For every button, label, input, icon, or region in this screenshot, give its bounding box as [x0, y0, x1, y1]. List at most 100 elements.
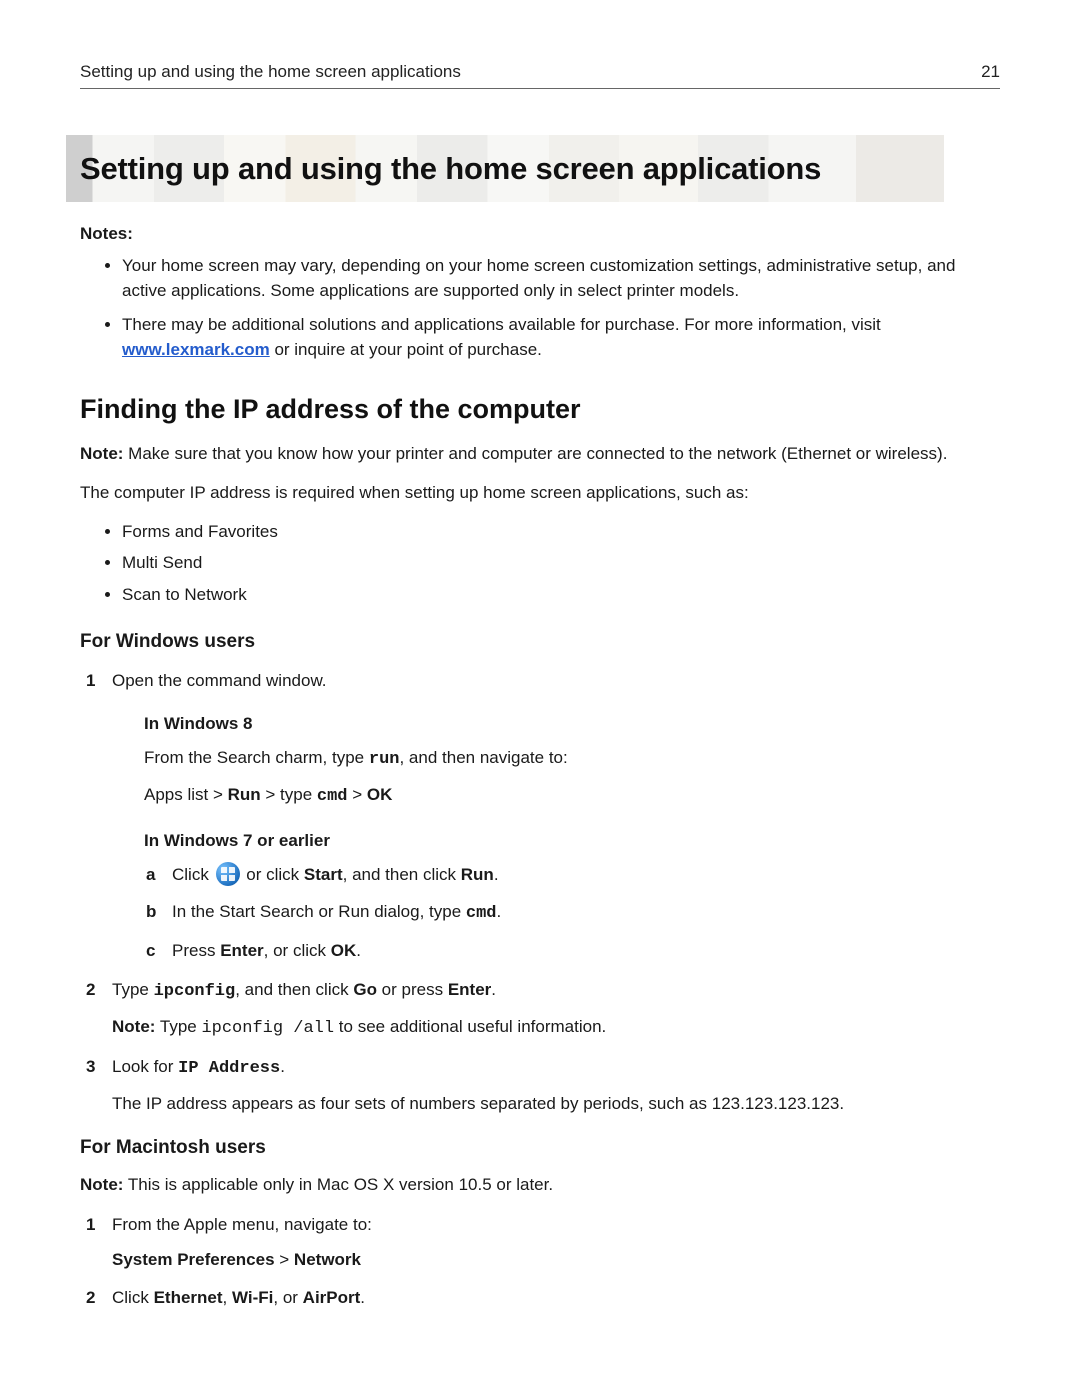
notes-heading: Notes:: [80, 222, 1000, 246]
page-header: Setting up and using the home screen app…: [80, 60, 1000, 89]
win7-block: In Windows 7 or earlier a Click or click…: [144, 828, 1000, 965]
apps-list: Forms and Favorites Multi Send Scan to N…: [80, 520, 1000, 607]
ipconfig-label: ipconfig: [154, 982, 236, 1001]
text: ,: [223, 1288, 232, 1307]
note-text: or inquire at your point of purchase.: [270, 340, 542, 359]
text: > type: [261, 785, 317, 804]
text: , or: [273, 1288, 302, 1307]
ip-intro: The computer IP address is required when…: [80, 481, 1000, 506]
step-number: 3: [86, 1054, 95, 1080]
ok-label: OK: [331, 941, 357, 960]
win8-block: In Windows 8 From the Search charm, type…: [144, 711, 1000, 810]
path-ok: OK: [367, 785, 393, 804]
windows-heading: For Windows users: [80, 629, 1000, 656]
step-3-follow: The IP address appears as four sets of n…: [112, 1091, 1000, 1117]
mac-heading: For Macintosh users: [80, 1135, 1000, 1162]
airport-label: AirPort: [303, 1288, 361, 1307]
note-body: Make sure that you know how your printer…: [123, 444, 947, 463]
text: , and then navigate to:: [399, 748, 567, 767]
step-number: 1: [86, 1212, 95, 1238]
note-prefix: Note:: [80, 444, 123, 463]
text: Click: [172, 865, 214, 884]
step-2: 2 Type ipconfig, and then click Go or pr…: [80, 977, 1000, 1042]
notes-list: Your home screen may vary, depending on …: [80, 254, 1000, 363]
ipconfig-all-label: ipconfig /all: [201, 1019, 334, 1038]
network-label: Network: [294, 1250, 361, 1269]
substep-letter: a: [146, 861, 155, 888]
note-item: There may be additional solutions and ap…: [122, 313, 1000, 362]
system-preferences-label: System Preferences: [112, 1250, 275, 1269]
win8-heading: In Windows 8: [144, 711, 1000, 737]
step-number: 1: [86, 668, 95, 694]
page: Setting up and using the home screen app…: [0, 0, 1080, 1397]
text: to see additional useful information.: [334, 1017, 606, 1036]
mac-path: System Preferences > Network: [112, 1247, 1000, 1273]
substep-letter: b: [146, 898, 156, 925]
note-body: This is applicable only in Mac OS X vers…: [123, 1175, 553, 1194]
app-item: Scan to Network: [122, 583, 1000, 607]
text: In the Start Search or Run dialog, type: [172, 902, 466, 921]
text: , and then click: [343, 865, 461, 884]
substep-b: b In the Start Search or Run dialog, typ…: [144, 898, 1000, 927]
windows-logo-icon: [216, 862, 240, 886]
note-text: There may be additional solutions and ap…: [122, 315, 881, 334]
cmd-run: run: [369, 750, 400, 769]
step-number: 2: [86, 977, 95, 1003]
note-prefix: Note:: [112, 1017, 155, 1036]
run-label: Run: [461, 865, 494, 884]
text: Type: [155, 1017, 201, 1036]
ip-address-label: IP Address: [178, 1059, 280, 1078]
text: .: [491, 980, 496, 999]
app-item: Multi Send: [122, 551, 1000, 575]
step-2-note: Note: Type ipconfig /all to see addition…: [112, 1014, 1000, 1042]
cmd-label: cmd: [466, 904, 497, 923]
step-number: 2: [86, 1285, 95, 1311]
ethernet-label: Ethernet: [154, 1288, 223, 1307]
section-heading-ip: Finding the IP address of the computer: [80, 391, 1000, 429]
substep-letter: c: [146, 937, 155, 964]
text: >: [348, 785, 367, 804]
path-run: Run: [228, 785, 261, 804]
chapter-title-bar: Setting up and using the home screen app…: [66, 135, 944, 202]
text: or click: [242, 865, 304, 884]
enter-label: Enter: [220, 941, 263, 960]
mac-steps: 1 From the Apple menu, navigate to: Syst…: [80, 1212, 1000, 1311]
step-text: From the Apple menu, navigate to:: [112, 1215, 372, 1234]
start-label: Start: [304, 865, 343, 884]
note-prefix: Note:: [80, 1175, 123, 1194]
ip-note: Note: Make sure that you know how your p…: [80, 442, 1000, 467]
text: Press: [172, 941, 220, 960]
substep-a: a Click or click Start, and then click R…: [144, 861, 1000, 888]
text: , or click: [264, 941, 331, 960]
lexmark-link[interactable]: www.lexmark.com: [122, 340, 270, 359]
page-number: 21: [981, 60, 1000, 84]
substep-c: c Press Enter, or click OK.: [144, 937, 1000, 964]
mac-step-2: 2 Click Ethernet, Wi-Fi, or AirPort.: [80, 1285, 1000, 1311]
text: .: [494, 865, 499, 884]
text: or press: [377, 980, 448, 999]
text: Click: [112, 1288, 154, 1307]
step-3: 3 Look for IP Address. The IP address ap…: [80, 1054, 1000, 1117]
note-item: Your home screen may vary, depending on …: [122, 254, 1000, 303]
text: From the Search charm, type: [144, 748, 369, 767]
go-label: Go: [353, 980, 377, 999]
path-cmd: cmd: [317, 787, 348, 806]
text: Look for: [112, 1057, 178, 1076]
text: .: [356, 941, 361, 960]
text: Apps list >: [144, 785, 228, 804]
text: .: [497, 902, 502, 921]
wifi-label: Wi-Fi: [232, 1288, 273, 1307]
win8-line1: From the Search charm, type run, and the…: [144, 745, 1000, 773]
mac-note: Note: This is applicable only in Mac OS …: [80, 1173, 1000, 1198]
text: , and then click: [235, 980, 353, 999]
text: >: [275, 1250, 294, 1269]
step-text: Open the command window.: [112, 671, 327, 690]
win7-heading: In Windows 7 or earlier: [144, 828, 1000, 854]
text: Type: [112, 980, 154, 999]
app-item: Forms and Favorites: [122, 520, 1000, 544]
windows-steps: 1 Open the command window. In Windows 8 …: [80, 668, 1000, 1117]
enter-label: Enter: [448, 980, 491, 999]
win8-path: Apps list > Run > type cmd > OK: [144, 782, 1000, 810]
mac-step-1: 1 From the Apple menu, navigate to: Syst…: [80, 1212, 1000, 1273]
running-header: Setting up and using the home screen app…: [80, 60, 461, 84]
